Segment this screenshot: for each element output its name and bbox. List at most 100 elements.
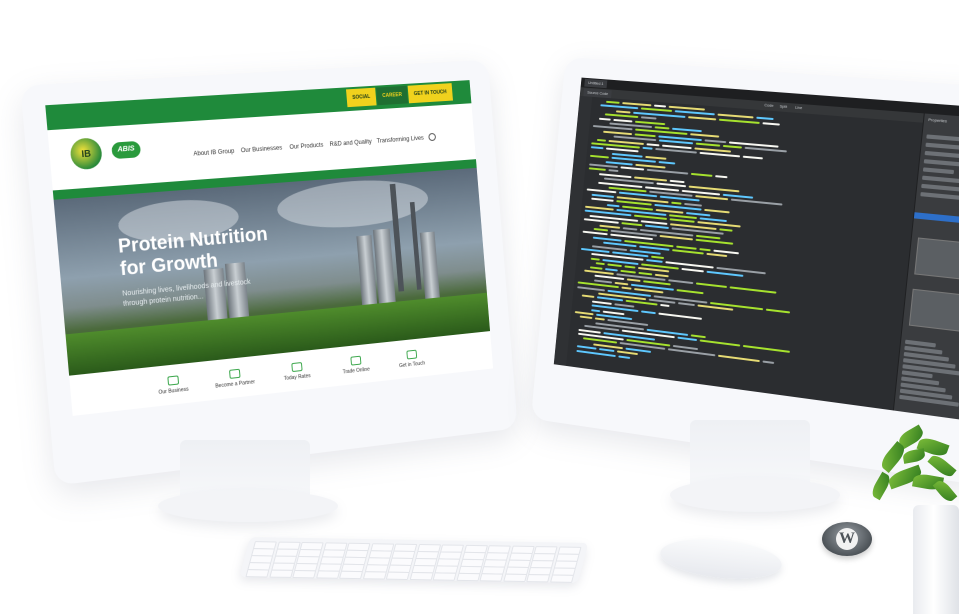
code-token (656, 182, 687, 188)
key (409, 572, 434, 581)
code-token (641, 310, 656, 315)
code-token (622, 226, 638, 231)
code-token (600, 104, 639, 110)
code-token (658, 161, 676, 165)
leaf-icon (166, 375, 179, 386)
code-token (667, 348, 716, 357)
mouse-icon (658, 533, 784, 585)
panel-row (922, 167, 955, 175)
code-token (669, 218, 695, 224)
key (245, 569, 270, 578)
code-token (658, 312, 702, 321)
left-screen-website: SOCIAL CAREER GET IN TOUCH IB ABIS About… (45, 80, 494, 416)
code-token (690, 172, 713, 177)
code-token (676, 245, 697, 250)
code-token (715, 175, 728, 179)
code-token (678, 302, 695, 307)
code-token (599, 224, 621, 229)
left-monitor: SOCIAL CAREER GET IN TOUCH IB ABIS About… (20, 59, 518, 486)
code-token (762, 122, 780, 126)
code-token (653, 104, 667, 108)
code-area[interactable] (570, 100, 909, 401)
leaf (902, 448, 926, 464)
code-token (588, 167, 606, 172)
code-token (591, 197, 614, 202)
code-token (706, 270, 744, 277)
code-token (594, 317, 605, 321)
code-token (699, 339, 741, 347)
key (315, 570, 340, 579)
live-view-button[interactable]: Live (795, 105, 803, 111)
code-token (581, 294, 595, 299)
code-token (589, 155, 609, 159)
code-token (699, 151, 741, 158)
quick-link-partner[interactable]: Become a Partner (204, 366, 264, 391)
key (432, 572, 457, 581)
code-token (593, 343, 623, 350)
code-token (593, 227, 609, 232)
code-token (695, 142, 721, 147)
handshake-icon (228, 368, 241, 379)
code-token (584, 269, 614, 275)
code-token (640, 107, 673, 113)
code-token (618, 355, 631, 359)
quick-link-trade-online[interactable]: Trade Online (327, 353, 385, 377)
code-token (699, 247, 711, 252)
panel-row (926, 134, 959, 142)
right-screen-code-editor: Untitled-1 Source Code Code Split Live P… (553, 77, 959, 422)
code-token (599, 117, 611, 121)
hero-banner: Protein Nutrition for Growth Nourishing … (53, 167, 491, 376)
leaf (932, 477, 958, 505)
social-button[interactable]: SOCIAL (345, 87, 377, 108)
code-token (730, 198, 783, 206)
code-token (595, 262, 605, 266)
split-view-button[interactable]: Split (779, 103, 787, 109)
code-token (621, 286, 632, 290)
laptop-icon (349, 355, 361, 366)
code-token (718, 118, 760, 124)
key (385, 571, 410, 580)
get-in-touch-button[interactable]: GET IN TOUCH (407, 83, 453, 104)
code-token (645, 155, 667, 160)
code-token (613, 118, 633, 123)
code-token (695, 282, 727, 288)
key (479, 573, 504, 582)
code-token (622, 102, 652, 107)
code-token (704, 209, 730, 214)
key (292, 569, 317, 579)
code-token (690, 133, 720, 139)
code-token (606, 100, 620, 104)
code-token (676, 288, 704, 295)
code-token (608, 169, 619, 173)
panel-row (924, 150, 959, 160)
code-view-button[interactable]: Code (764, 102, 774, 108)
career-button[interactable]: CAREER (376, 85, 409, 106)
code-token (684, 202, 702, 207)
code-token (606, 203, 620, 207)
abis-logo[interactable]: ABIS (111, 140, 142, 160)
code-token (729, 286, 777, 294)
quick-link-our-business[interactable]: Our Business (142, 373, 204, 398)
panel-preview-box (908, 288, 959, 334)
code-token (624, 265, 636, 269)
code-token (605, 267, 618, 272)
code-token (671, 201, 682, 205)
code-token (591, 308, 601, 312)
leaf (869, 471, 893, 501)
key (362, 571, 387, 580)
quick-link-get-in-touch[interactable]: Get in Touch (383, 347, 440, 371)
code-token (722, 145, 742, 149)
code-token (603, 130, 633, 135)
code-token (616, 350, 638, 356)
rates-icon (290, 362, 303, 373)
quick-link-today-rates[interactable]: Today Rates (267, 360, 326, 384)
code-token (756, 117, 774, 121)
key (268, 569, 293, 578)
code-token (642, 146, 653, 150)
code-token (591, 193, 615, 198)
code-token (594, 279, 613, 284)
code-token (695, 238, 734, 245)
code-token (660, 304, 670, 308)
code-token (668, 279, 694, 285)
code-token (592, 236, 622, 242)
